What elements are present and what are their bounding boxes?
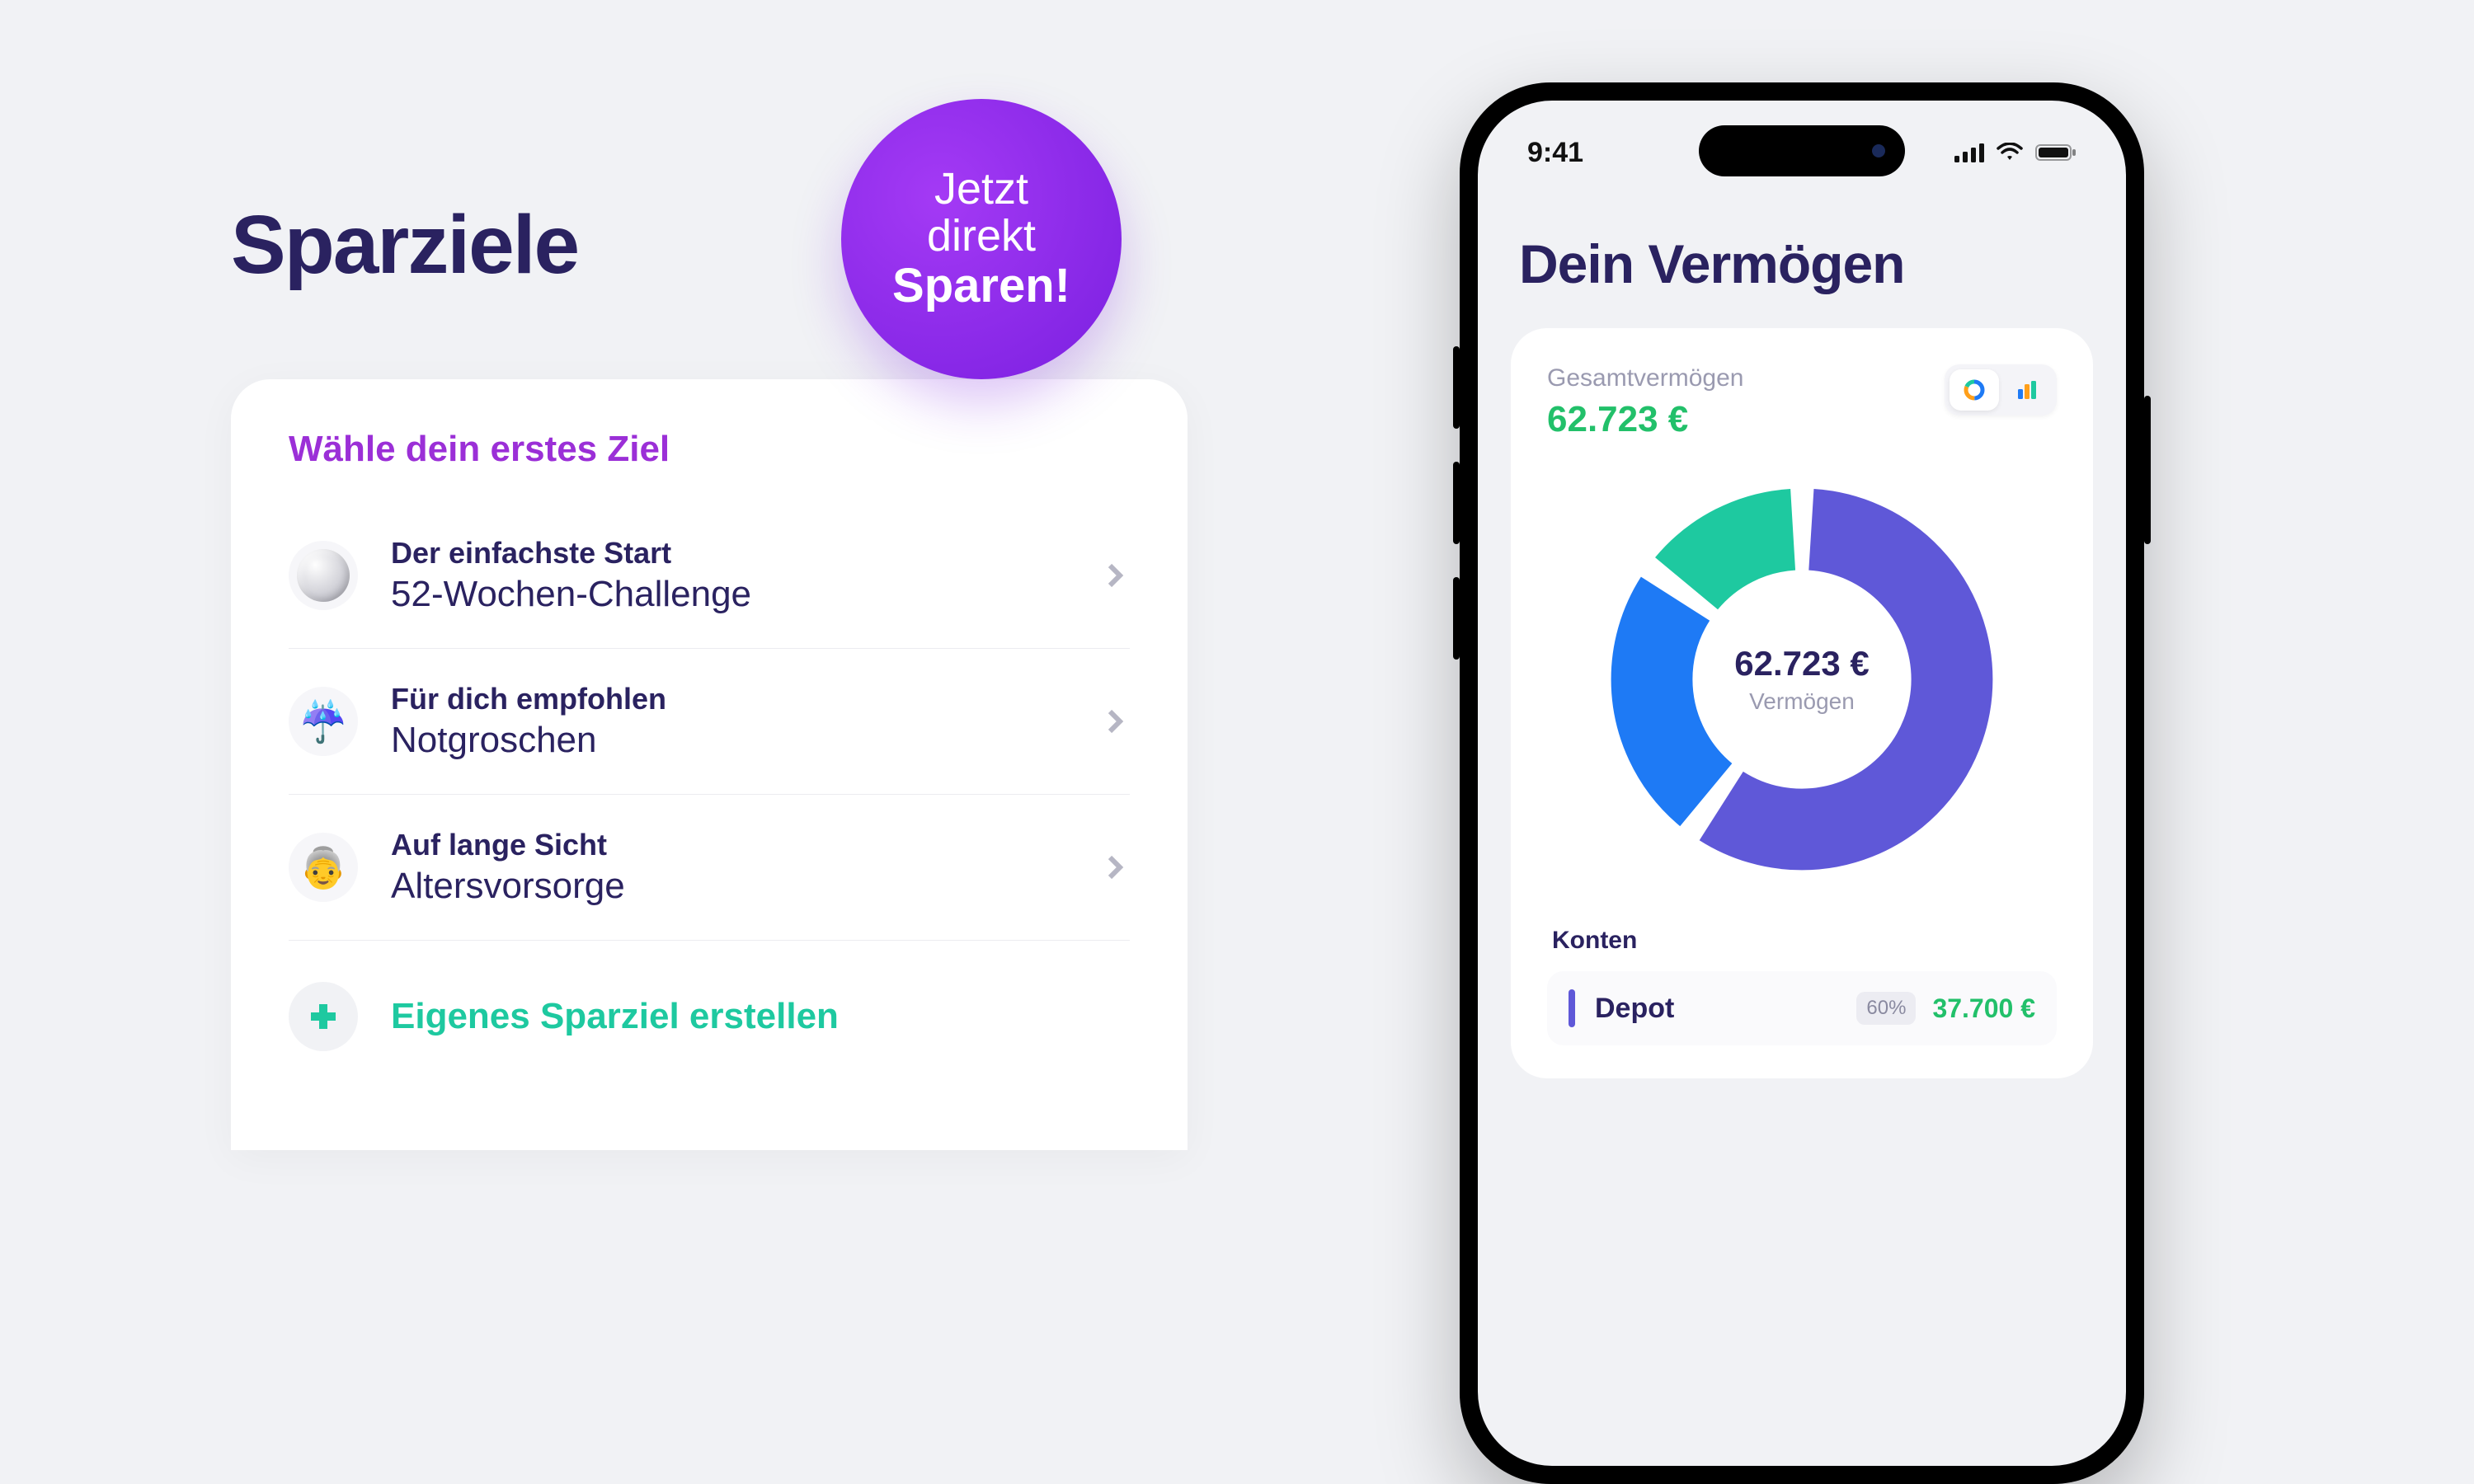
wealth-donut-chart: 62.723 € Vermögen [1587, 465, 2016, 894]
wealth-card: Gesamtvermögen 62.723 € [1511, 328, 2093, 1078]
goal-row-notgroschen[interactable]: ☔ Für dich empfohlen Notgroschen [289, 649, 1130, 795]
create-goal-label: Eigenes Sparziel erstellen [391, 996, 839, 1037]
coin-icon [289, 541, 358, 610]
wifi-icon [1996, 143, 2024, 162]
old-person-icon: 👵 [289, 833, 358, 902]
chart-type-toggle [1945, 364, 2057, 416]
accounts-heading: Konten [1552, 927, 2057, 955]
goal-title: 52-Wochen-Challenge [391, 574, 1100, 615]
create-goal-button[interactable]: Eigenes Sparziel erstellen [289, 941, 1130, 1051]
page-title: Sparziele [231, 198, 578, 293]
goal-row-52-wochen[interactable]: Der einfachste Start 52-Wochen-Challenge [289, 503, 1130, 649]
cta-line-2: direkt [927, 213, 1036, 260]
goal-subtitle: Für dich empfohlen [391, 682, 1100, 716]
cta-line-3: Sparen! [892, 260, 1070, 312]
goals-card: Wähle dein erstes Ziel Der einfachste St… [231, 379, 1188, 1150]
donut-center-value: 62.723 € [1734, 644, 1870, 683]
account-color-bar [1569, 989, 1575, 1027]
phone-page-title: Dein Vermögen [1519, 232, 2093, 295]
chevron-right-icon [1100, 561, 1130, 590]
dynamic-island [1699, 125, 1905, 176]
battery-icon [2035, 143, 2077, 162]
cellular-icon [1954, 143, 1984, 162]
chevron-right-icon [1100, 707, 1130, 736]
cta-line-1: Jetzt [934, 166, 1028, 213]
goal-title: Notgroschen [391, 720, 1100, 761]
chevron-right-icon [1100, 852, 1130, 882]
goal-subtitle: Auf lange Sicht [391, 828, 1100, 862]
account-row-depot[interactable]: Depot 60% 37.700 € [1547, 971, 2057, 1045]
bar-chart-icon [2015, 378, 2039, 402]
account-value: 37.700 € [1932, 993, 2035, 1024]
goals-card-heading: Wähle dein erstes Ziel [289, 429, 1130, 470]
goal-title: Altersvorsorge [391, 866, 1100, 907]
account-percent-badge: 60% [1856, 992, 1916, 1025]
cta-badge[interactable]: Jetzt direkt Sparen! [841, 99, 1122, 379]
bar-toggle-button[interactable] [2002, 369, 2052, 411]
total-wealth-amount: 62.723 € [1547, 399, 1743, 440]
donut-center-label: Vermögen [1734, 688, 1870, 715]
plus-icon [289, 982, 358, 1051]
phone-screen: 9:41 Dein Vermögen Gesamtvermögen [1478, 101, 2126, 1466]
umbrella-icon: ☔ [289, 687, 358, 756]
donut-chart-icon [1962, 378, 1987, 402]
status-time: 9:41 [1527, 137, 1583, 169]
goal-row-altersvorsorge[interactable]: 👵 Auf lange Sicht Altersvorsorge [289, 795, 1130, 941]
total-wealth-label: Gesamtvermögen [1547, 364, 1743, 392]
donut-toggle-button[interactable] [1950, 369, 1999, 411]
phone-frame: 9:41 Dein Vermögen Gesamtvermögen [1460, 82, 2144, 1484]
account-name: Depot [1595, 993, 1856, 1025]
goal-subtitle: Der einfachste Start [391, 536, 1100, 571]
